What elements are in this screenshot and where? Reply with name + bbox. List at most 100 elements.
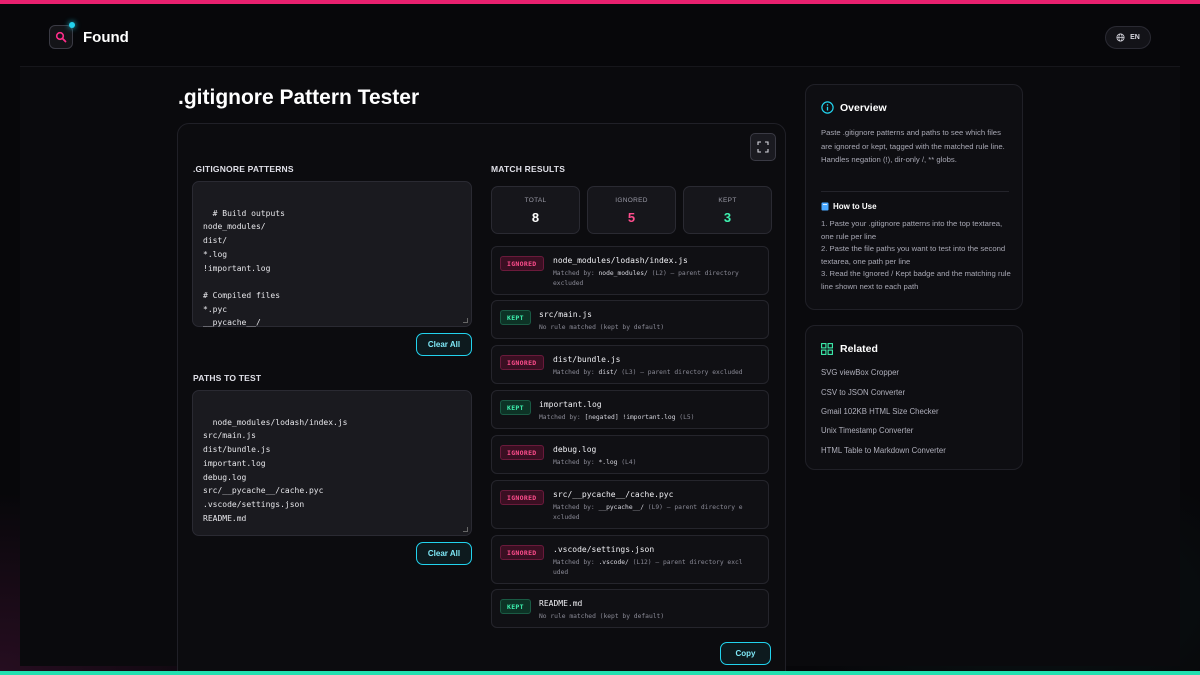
kept-badge: KEPT xyxy=(500,599,531,614)
patterns-text: # Build outputs node_modules/ dist/ *.lo… xyxy=(203,208,285,328)
ignored-badge: IGNORED xyxy=(500,445,544,460)
detail-continued: uded xyxy=(553,569,569,576)
overview-title: Overview xyxy=(840,102,887,114)
result-path: .vscode/settings.json xyxy=(553,545,655,554)
result-detail: Matched by: [negated] !important.log (L5… xyxy=(539,413,694,423)
step-item: 2. Paste the file paths you want to test… xyxy=(821,244,1006,266)
search-icon xyxy=(55,31,67,43)
result-path: README.md xyxy=(539,599,583,608)
detail-rule: node_modules/ xyxy=(598,270,648,277)
result-detail: Matched by: *.log (L4) xyxy=(553,458,636,468)
result-detail: Matched by: .vscode/ (L12) — parent dire… xyxy=(553,558,743,578)
detail-prefix: Matched by: xyxy=(553,559,599,566)
grid-icon xyxy=(821,343,833,355)
detail-prefix: No rule matched (kept by default) xyxy=(539,324,665,331)
detail-rule: [negated] !important.log xyxy=(584,414,676,421)
related-link[interactable]: HTML Table to Markdown Converter xyxy=(821,446,946,455)
detail-suffix: (L5) xyxy=(675,414,695,421)
result-path: important.log xyxy=(539,400,602,409)
result-detail: No rule matched (kept by default) xyxy=(539,612,664,622)
detail-suffix: (L4) xyxy=(617,459,637,466)
language-button[interactable]: EN xyxy=(1105,26,1151,49)
result-detail: Matched by: node_modules/ (L2) — parent … xyxy=(553,269,739,289)
ignored-badge: IGNORED xyxy=(500,355,544,370)
detail-continued: excluded xyxy=(553,280,584,287)
clear-patterns-button[interactable]: Clear All xyxy=(416,333,472,356)
related-link[interactable]: Unix Timestamp Converter xyxy=(821,426,913,435)
info-icon xyxy=(821,101,834,114)
fullscreen-button[interactable] xyxy=(750,133,776,161)
stat-value: 3 xyxy=(723,210,732,225)
result-detail: No rule matched (kept by default) xyxy=(539,323,664,333)
result-row: IGNORED debug.log Matched by: *.log (L4) xyxy=(491,435,769,474)
bottom-accent-bar xyxy=(0,671,1200,675)
result-row: IGNORED node_modules/lodash/index.js Mat… xyxy=(491,246,769,295)
overview-panel: Overview Paste .gitignore patterns and p… xyxy=(805,84,1023,310)
resize-handle[interactable] xyxy=(463,318,468,323)
related-link[interactable]: Gmail 102KB HTML Size Checker xyxy=(821,407,939,416)
divider xyxy=(821,191,1009,192)
paths-text: node_modules/lodash/index.js src/main.js… xyxy=(203,417,348,523)
detail-suffix: (L3) — parent directory excluded xyxy=(617,369,743,376)
detail-rule: dist/ xyxy=(598,369,618,376)
result-detail: Matched by: dist/ (L3) — parent director… xyxy=(553,368,743,378)
top-accent-bar xyxy=(0,0,1200,4)
paths-label: PATHS TO TEST xyxy=(193,373,262,383)
detail-prefix: Matched by: xyxy=(539,414,585,421)
how-to-use-title: How to Use xyxy=(833,202,877,211)
step-item: 1. Paste your .gitignore patterns into t… xyxy=(821,219,1003,241)
step-item: 3. Read the Ignored / Kept badge and the… xyxy=(821,269,1011,291)
result-path: dist/bundle.js xyxy=(553,355,621,364)
how-to-use-heading: How to Use xyxy=(821,202,877,211)
detail-prefix: Matched by: xyxy=(553,459,599,466)
result-row: KEPT important.log Matched by: [negated]… xyxy=(491,390,769,429)
patterns-label: .GITIGNORE PATTERNS xyxy=(193,164,294,174)
logo[interactable] xyxy=(49,25,73,49)
stat-label: TOTAL xyxy=(524,197,547,204)
stat-ignored: IGNORED 5 xyxy=(587,186,676,234)
detail-suffix: (L2) — parent directory xyxy=(647,270,739,277)
detail-rule: .vscode/ xyxy=(598,559,629,566)
result-path: node_modules/lodash/index.js xyxy=(553,256,688,265)
expand-icon xyxy=(757,141,769,153)
detail-prefix: Matched by: xyxy=(553,369,599,376)
related-panel: Related SVG viewBox Cropper CSV to JSON … xyxy=(805,325,1023,470)
result-row: KEPT src/main.js No rule matched (kept b… xyxy=(491,300,769,339)
brand-name[interactable]: Found xyxy=(83,29,129,46)
results-label: MATCH RESULTS xyxy=(491,164,566,174)
copy-button[interactable]: Copy xyxy=(720,642,771,665)
clear-paths-button[interactable]: Clear All xyxy=(416,542,472,565)
kept-badge: KEPT xyxy=(500,400,531,415)
paths-textarea[interactable]: node_modules/lodash/index.js src/main.js… xyxy=(192,390,472,536)
result-row: IGNORED .vscode/settings.json Matched by… xyxy=(491,535,769,584)
result-path: debug.log xyxy=(553,445,597,454)
stat-label: KEPT xyxy=(718,197,737,204)
detail-rule: __pycache__/ xyxy=(598,504,645,511)
stat-kept: KEPT 3 xyxy=(683,186,772,234)
patterns-textarea[interactable]: # Build outputs node_modules/ dist/ *.lo… xyxy=(192,181,472,327)
result-row: IGNORED src/__pycache__/cache.pyc Matche… xyxy=(491,480,769,529)
resize-handle[interactable] xyxy=(463,527,468,532)
how-to-use-steps: 1. Paste your .gitignore patterns into t… xyxy=(821,218,1011,293)
detail-rule: *.log xyxy=(598,459,618,466)
detail-suffix: (L9) — parent directory e xyxy=(644,504,743,511)
language-label: EN xyxy=(1130,34,1140,41)
detail-prefix: Matched by: xyxy=(553,504,599,511)
related-title: Related xyxy=(840,343,878,355)
logo-status-dot xyxy=(69,22,75,28)
result-detail: Matched by: __pycache__/ (L9) — parent d… xyxy=(553,503,743,523)
ignored-badge: IGNORED xyxy=(500,256,544,271)
stat-label: IGNORED xyxy=(615,197,648,204)
stat-total: TOTAL 8 xyxy=(491,186,580,234)
overview-text: Paste .gitignore patterns and paths to s… xyxy=(821,128,1005,164)
ignored-badge: IGNORED xyxy=(500,490,544,505)
result-path: src/main.js xyxy=(539,310,592,319)
related-link[interactable]: CSV to JSON Converter xyxy=(821,388,905,397)
stat-value: 5 xyxy=(627,210,636,225)
globe-icon xyxy=(1116,33,1125,42)
page-title: .gitignore Pattern Tester xyxy=(178,86,420,109)
kept-badge: KEPT xyxy=(500,310,531,325)
result-row: KEPT README.md No rule matched (kept by … xyxy=(491,589,769,628)
related-link[interactable]: SVG viewBox Cropper xyxy=(821,368,899,377)
result-path: src/__pycache__/cache.pyc xyxy=(553,490,674,499)
